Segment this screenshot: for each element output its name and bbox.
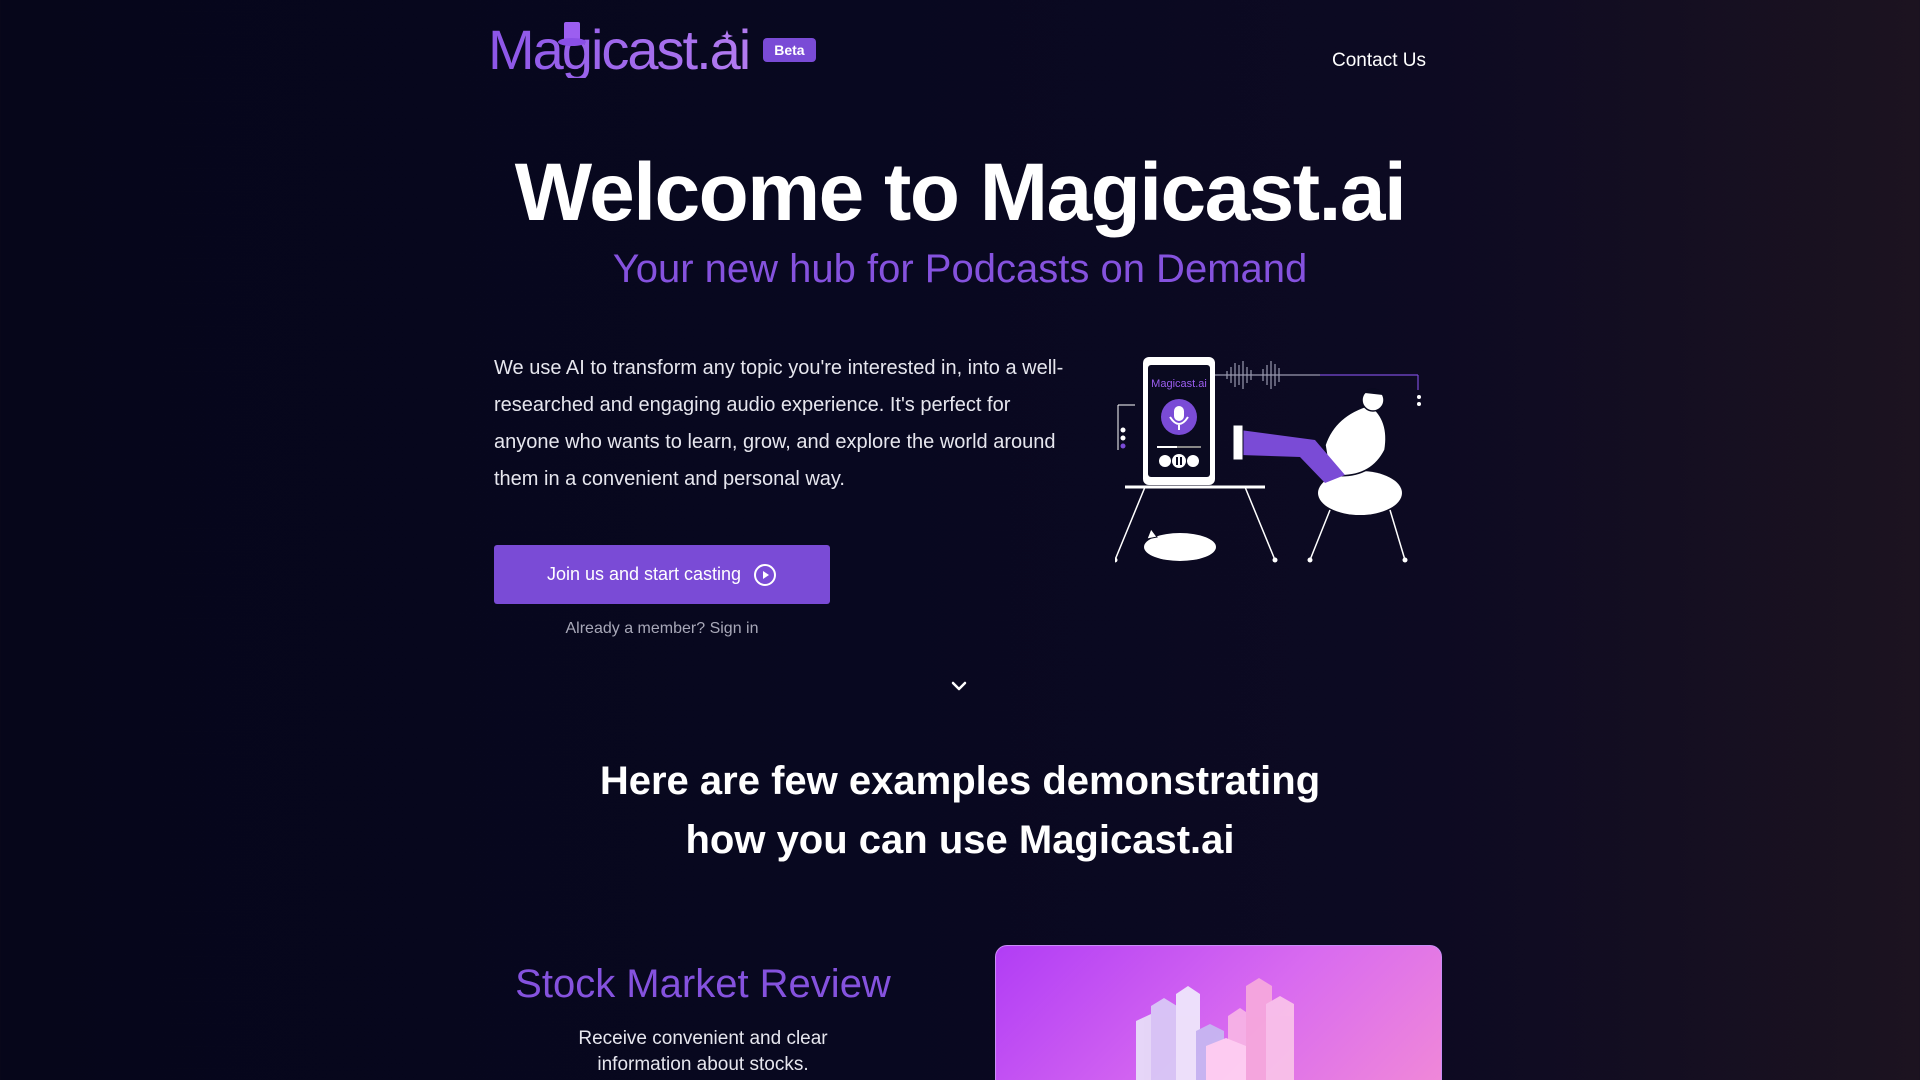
examples-section-title: Here are few examples demonstrating how … xyxy=(0,752,1920,870)
podcast-illustration: Magicast.ai xyxy=(1115,357,1421,563)
example-description: Receive convenient and clear information… xyxy=(553,1026,853,1078)
example-desc-line1: Receive convenient and clear xyxy=(578,1028,828,1049)
join-cta-button[interactable]: Join us and start casting xyxy=(494,545,830,604)
person-graphic xyxy=(1232,388,1408,563)
stock-market-image xyxy=(995,945,1442,1080)
hero-description: We use AI to transform any topic you're … xyxy=(494,357,1064,490)
logo[interactable]: Magicast.ai Beta xyxy=(488,22,816,78)
example-title: Stock Market Review xyxy=(515,962,891,1006)
example-desc-line2: information about stocks. xyxy=(597,1054,809,1075)
hero-title: Welcome to Magicast.ai xyxy=(514,147,1407,238)
soundwave-graphic xyxy=(1215,361,1419,390)
bar-blocks-graphic xyxy=(1136,978,1294,1080)
join-cta-label: Join us and start casting xyxy=(546,564,742,584)
landing-page: Magicast.ai Beta Contact Us Welcome to M… xyxy=(0,0,1920,1080)
chevron-down-icon[interactable] xyxy=(950,680,968,692)
examples-title-line1: Here are few examples demonstrating xyxy=(599,759,1321,803)
examples-title-line2: how you can use Magicast.ai xyxy=(685,818,1235,862)
cat-graphic xyxy=(1144,527,1216,561)
contact-us-link[interactable]: Contact Us xyxy=(1332,50,1426,72)
tablet-graphic: Magicast.ai xyxy=(1143,357,1215,485)
signin-link[interactable]: Already a member? Sign in xyxy=(494,620,830,638)
hero-subtitle: Your new hub for Podcasts on Demand xyxy=(612,247,1308,291)
logo-text: Magicast.ai xyxy=(488,18,751,81)
play-circle-icon xyxy=(754,563,777,586)
star-icon xyxy=(721,30,733,42)
hat-icon xyxy=(558,22,586,46)
beta-badge: Beta xyxy=(763,38,816,62)
tablet-logo-text: Magicast.ai xyxy=(1151,378,1207,390)
